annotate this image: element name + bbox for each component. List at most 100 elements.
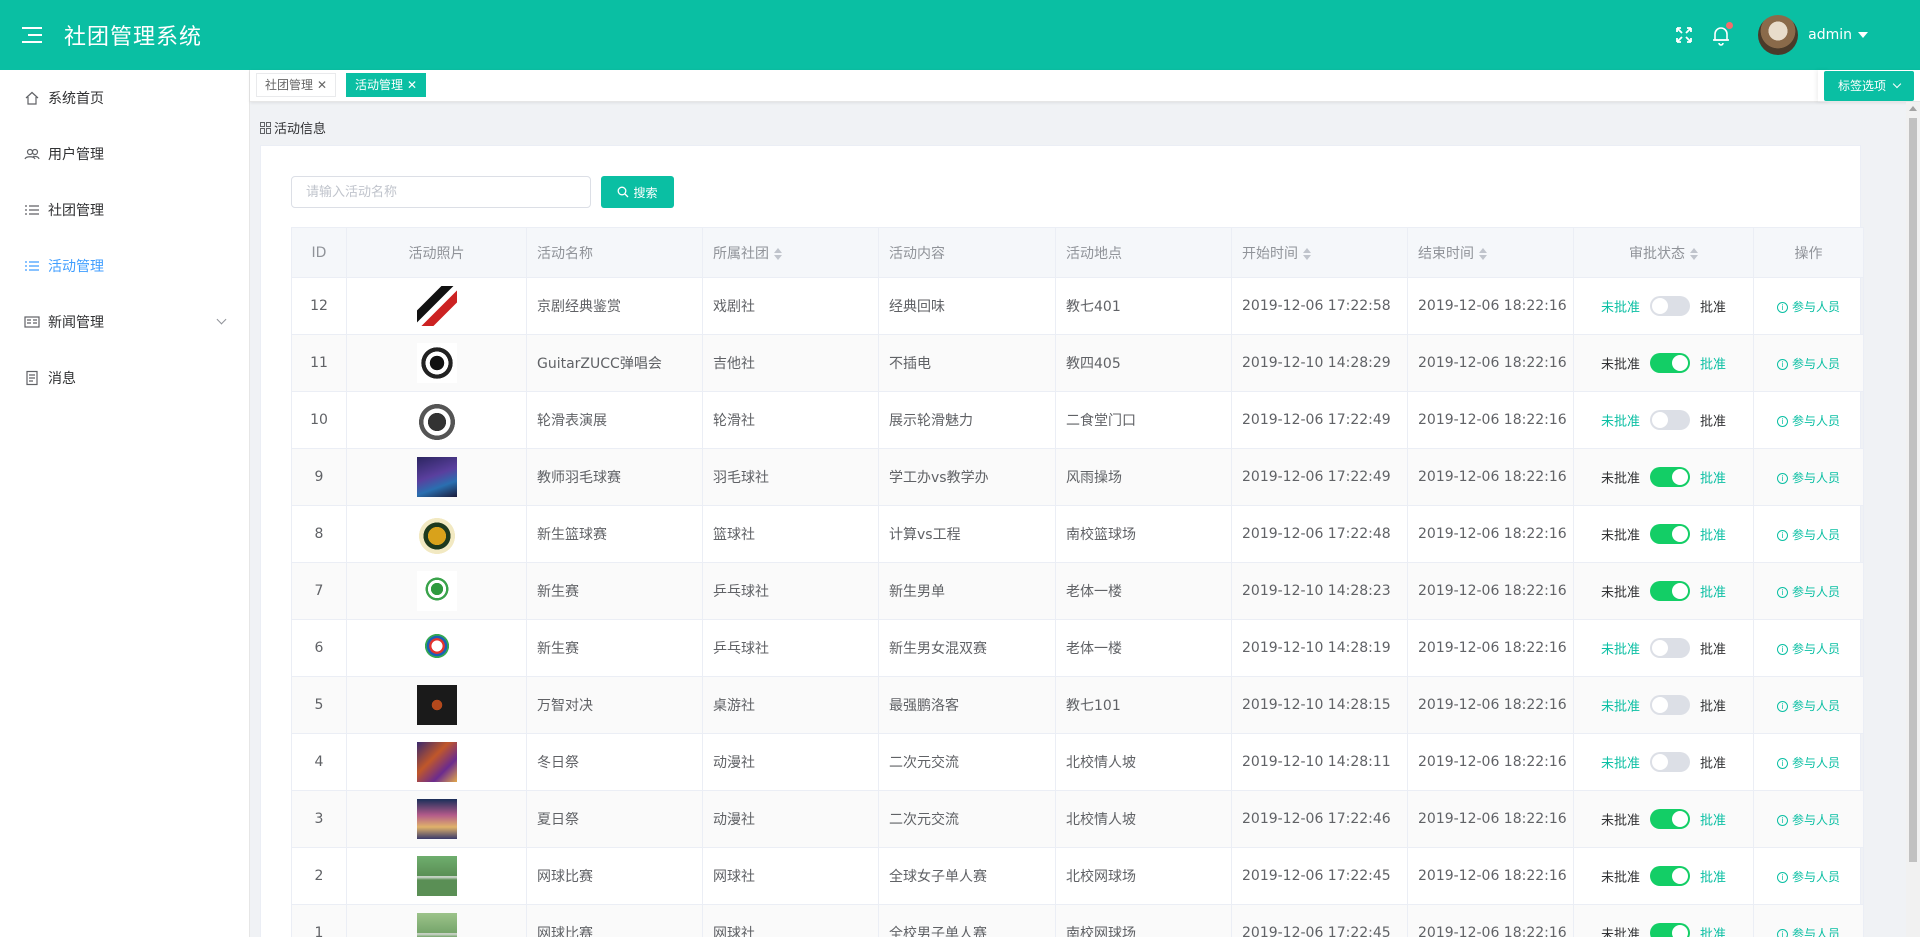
- status-off-label[interactable]: 未批准: [1601, 358, 1640, 373]
- sidebar-item-news[interactable]: 新闻管理: [0, 294, 249, 350]
- participants-button[interactable]: i 参与人员: [1776, 585, 1840, 599]
- participants-button[interactable]: i 参与人员: [1776, 755, 1840, 770]
- status-off-label[interactable]: 未批准: [1601, 472, 1640, 487]
- tag-activities[interactable]: 活动管理 ✕: [346, 73, 427, 97]
- status-on-label[interactable]: 批准: [1700, 301, 1726, 316]
- approval-toggle[interactable]: [1650, 296, 1690, 316]
- status-off-label[interactable]: 未批准: [1601, 586, 1640, 601]
- status-off-label[interactable]: 未批准: [1601, 700, 1640, 715]
- approval-toggle[interactable]: [1650, 638, 1690, 658]
- page-scrollbar[interactable]: [1906, 102, 1920, 937]
- status-on-label[interactable]: 批准: [1700, 529, 1726, 544]
- toggle-knob: [1652, 754, 1668, 770]
- participants-button[interactable]: i 参与人员: [1776, 528, 1840, 542]
- status-on-label[interactable]: 批准: [1700, 358, 1726, 373]
- status-on-label[interactable]: 批准: [1700, 757, 1726, 772]
- approval-toggle[interactable]: [1650, 410, 1690, 430]
- participants-button[interactable]: i 参与人员: [1776, 813, 1840, 827]
- participants-button[interactable]: i 参与人员: [1776, 642, 1840, 656]
- status-off-label[interactable]: 未批准: [1601, 814, 1640, 829]
- column-header-start[interactable]: 开始时间: [1231, 227, 1408, 278]
- sort-icon[interactable]: [1690, 247, 1698, 260]
- sidebar: 系统首页 用户管理 社团管理 活动管理 新闻管理 消息: [0, 70, 250, 937]
- approval-toggle[interactable]: [1650, 695, 1690, 715]
- status-on-label[interactable]: 批准: [1700, 415, 1726, 430]
- table-row: 6 新生赛 乒乓球社 新生男女混双赛 老体一楼 2019-12-10 14:28:19 20…: [291, 619, 1864, 677]
- bell-icon[interactable]: [1710, 22, 1734, 46]
- approval-toggle[interactable]: [1650, 752, 1690, 772]
- tag-clubs[interactable]: 社团管理 ✕: [256, 73, 337, 97]
- approval-toggle[interactable]: [1650, 866, 1690, 886]
- close-icon[interactable]: ✕: [317, 78, 327, 92]
- column-header-status[interactable]: 审批状态: [1573, 227, 1754, 278]
- status-off-label[interactable]: 未批准: [1601, 529, 1640, 544]
- scroll-up-arrow-icon[interactable]: [1909, 106, 1917, 111]
- status-off-label[interactable]: 未批准: [1601, 928, 1640, 937]
- participants-button[interactable]: i 参与人员: [1776, 414, 1840, 428]
- cell-status: 未批准 批准: [1573, 391, 1754, 449]
- approval-toggle[interactable]: [1650, 353, 1690, 373]
- cell-content: 展示轮滑魅力: [878, 391, 1056, 449]
- cell-content: 新生男单: [878, 562, 1056, 620]
- cell-content: 全球女子单人赛: [878, 847, 1056, 905]
- status-on-label[interactable]: 批准: [1700, 472, 1726, 487]
- sidebar-item-clubs[interactable]: 社团管理: [0, 182, 249, 238]
- sidebar-item-users[interactable]: 用户管理: [0, 126, 249, 182]
- grid-icon: [260, 121, 272, 134]
- approval-toggle[interactable]: [1650, 467, 1690, 487]
- column-header-name: 活动名称: [526, 227, 703, 278]
- status-on-label[interactable]: 批准: [1700, 871, 1726, 886]
- approval-toggle[interactable]: [1650, 524, 1690, 544]
- column-header-id: ID: [291, 227, 347, 278]
- sidebar-item-activities[interactable]: 活动管理: [0, 238, 249, 294]
- activity-photo: [416, 286, 457, 326]
- participants-button[interactable]: i 参与人员: [1776, 870, 1840, 884]
- tag-options-button[interactable]: 标签选项: [1823, 71, 1914, 101]
- scrollbar-thumb[interactable]: [1909, 118, 1917, 862]
- participants-button[interactable]: i 参与人员: [1776, 699, 1840, 713]
- approval-toggle[interactable]: [1650, 581, 1690, 601]
- sort-icon[interactable]: [1303, 247, 1311, 260]
- participants-button[interactable]: i 参与人员: [1776, 357, 1840, 371]
- cell-end-time: 2019-12-06 18:22:16: [1407, 505, 1574, 563]
- avatar[interactable]: [1758, 15, 1799, 55]
- column-header-end[interactable]: 结束时间: [1407, 227, 1574, 278]
- cell-actions: i 参与人员: [1753, 391, 1864, 449]
- cell-end-time: 2019-12-06 18:22:16: [1407, 904, 1574, 937]
- status-off-label[interactable]: 未批准: [1601, 871, 1640, 886]
- cell-place: 老体一楼: [1055, 619, 1232, 677]
- approval-toggle[interactable]: [1650, 809, 1690, 829]
- participants-button[interactable]: i 参与人员: [1776, 471, 1840, 485]
- user-menu[interactable]: admin: [1808, 27, 1868, 43]
- status-on-label[interactable]: 批准: [1700, 643, 1726, 658]
- fullscreen-icon[interactable]: [1674, 25, 1694, 45]
- participants-label: 参与人员: [1791, 755, 1840, 770]
- tag-options-label: 标签选项: [1837, 79, 1886, 93]
- status-on-label[interactable]: 批准: [1700, 814, 1726, 829]
- sort-icon[interactable]: [1479, 247, 1487, 260]
- sidebar-item-home[interactable]: 系统首页: [0, 70, 249, 126]
- participants-button[interactable]: i 参与人员: [1776, 927, 1840, 937]
- users-icon: [24, 146, 40, 162]
- approval-toggle[interactable]: [1650, 923, 1690, 937]
- cell-id: 2: [291, 847, 347, 905]
- search-button[interactable]: 搜索: [601, 176, 674, 208]
- status-on-label[interactable]: 批准: [1700, 586, 1726, 601]
- cell-actions: i 参与人员: [1753, 505, 1864, 563]
- status-on-label[interactable]: 批准: [1700, 928, 1726, 937]
- search-input[interactable]: [291, 176, 591, 208]
- participants-button[interactable]: i 参与人员: [1776, 300, 1840, 314]
- home-icon: [24, 90, 40, 106]
- status-off-label[interactable]: 未批准: [1601, 643, 1640, 658]
- status-off-label[interactable]: 未批准: [1601, 415, 1640, 430]
- status-off-label[interactable]: 未批准: [1601, 301, 1640, 316]
- status-off-label[interactable]: 未批准: [1601, 757, 1640, 772]
- sort-icon[interactable]: [774, 247, 782, 260]
- status-on-label[interactable]: 批准: [1700, 700, 1726, 715]
- menu-toggle-icon[interactable]: [22, 27, 42, 43]
- table-row: 9 教师羽毛球赛 羽毛球社 学工办vs教学办 风雨操场 2019-12-06 17:22:…: [291, 448, 1864, 506]
- cell-name: 冬日祭: [526, 733, 703, 791]
- sidebar-item-messages[interactable]: 消息: [0, 350, 249, 406]
- close-icon[interactable]: ✕: [407, 78, 417, 92]
- column-header-club[interactable]: 所属社团: [702, 227, 879, 278]
